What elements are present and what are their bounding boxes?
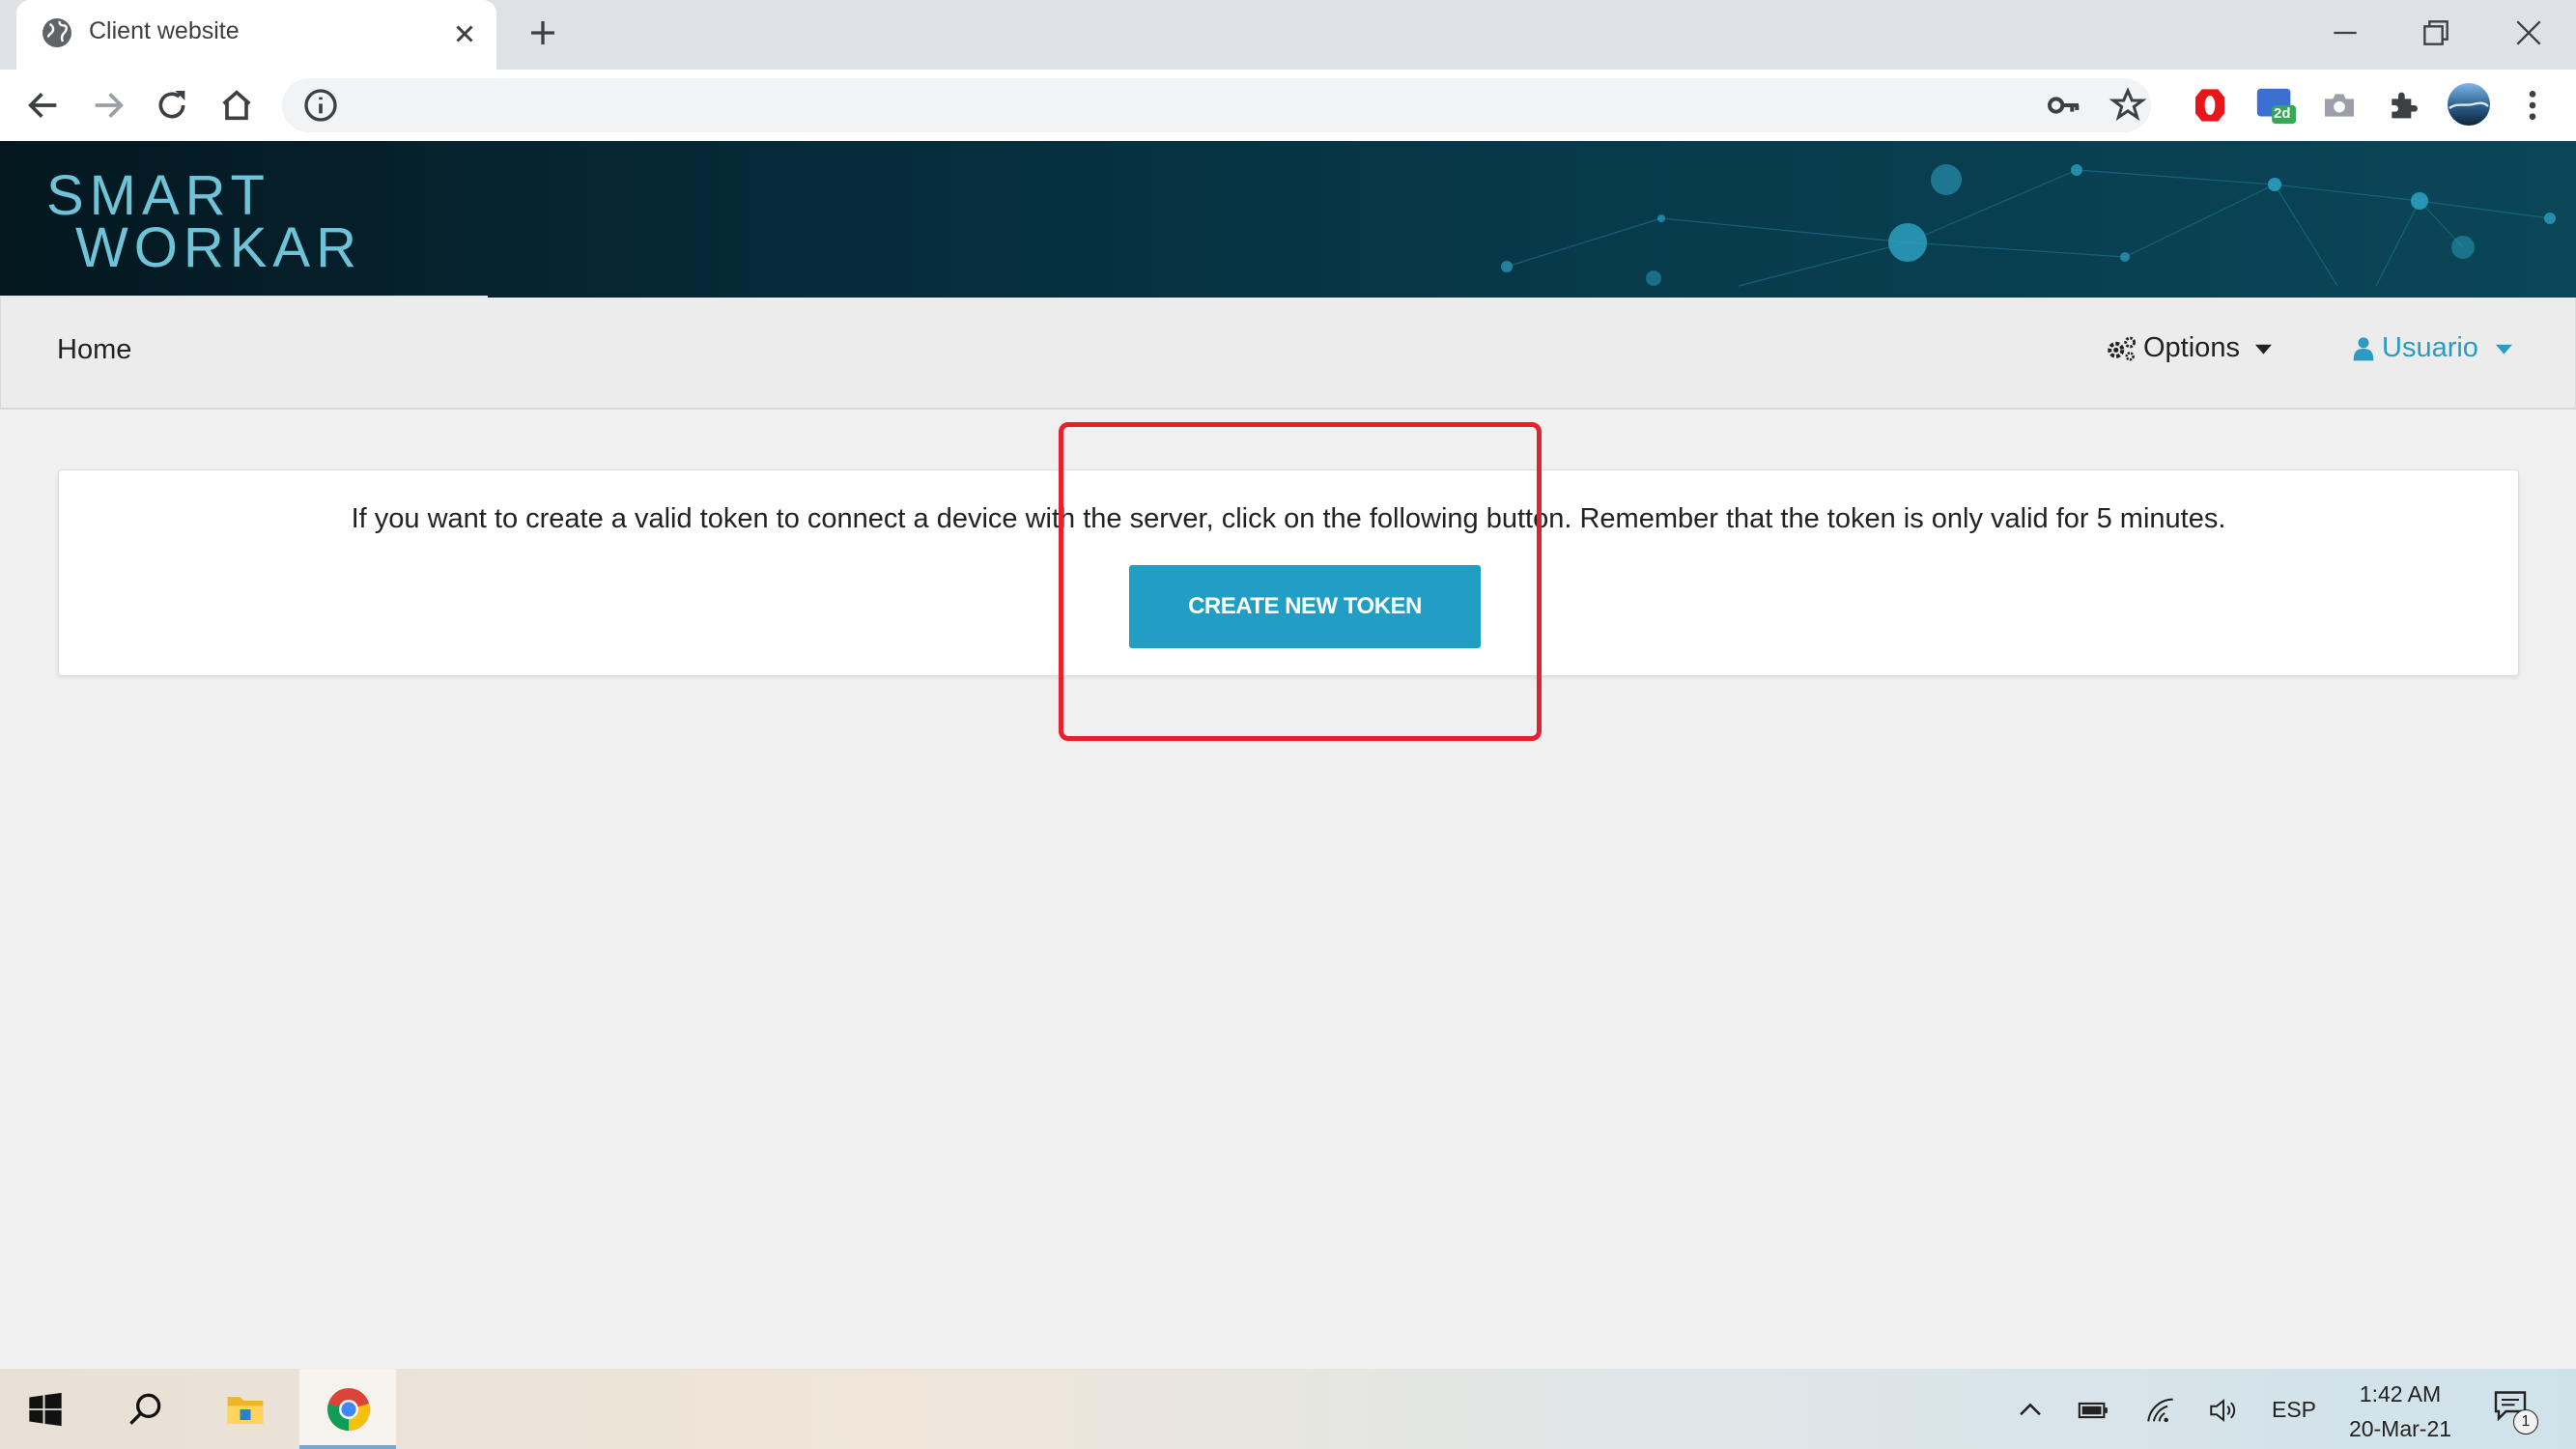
minimize-icon[interactable]: [2326, 14, 2364, 52]
clock-date: 20-Mar-21: [2348, 1416, 2452, 1441]
close-window-icon[interactable]: [2509, 14, 2548, 52]
battery-icon[interactable]: [2077, 1394, 2109, 1427]
close-tab-icon[interactable]: [450, 19, 479, 48]
user-label: Usuario: [2382, 332, 2478, 363]
chrome-icon: [327, 1388, 370, 1431]
profile-avatar[interactable]: [2446, 81, 2492, 128]
reload-icon[interactable]: [153, 86, 191, 125]
info-icon[interactable]: [301, 86, 340, 125]
address-bar[interactable]: [282, 78, 2151, 132]
file-explorer-icon[interactable]: [224, 1388, 267, 1431]
extensions-puzzle-icon[interactable]: [2384, 86, 2422, 125]
globe-icon: [42, 18, 71, 47]
extension-badge: 2d: [2274, 105, 2291, 122]
key-icon[interactable]: [2045, 86, 2083, 125]
clock-time: 1:42 AM: [2359, 1381, 2442, 1406]
browser-tab-strip: Client website: [0, 0, 2576, 70]
annotation-highlight-box: [1059, 422, 1542, 741]
network-background-graphic: [1501, 164, 2556, 287]
forward-arrow-icon[interactable]: [89, 86, 127, 125]
site-logo-bottom: WORKAR: [75, 216, 362, 279]
home-icon[interactable]: [217, 86, 256, 125]
back-arrow-icon[interactable]: [24, 86, 63, 125]
wifi-icon[interactable]: [2144, 1394, 2177, 1427]
options-dropdown[interactable]: Options: [2105, 332, 2279, 364]
opera-extension-icon[interactable]: [2191, 86, 2229, 125]
site-header-banner: SMART WORKAR: [0, 141, 2576, 298]
browser-tab[interactable]: Client website: [16, 0, 496, 70]
notification-count: 1: [2513, 1409, 2538, 1435]
caret-down-icon: [2254, 344, 2272, 355]
windows-start-icon[interactable]: [26, 1390, 65, 1429]
tab-title: Client website: [89, 17, 240, 44]
volume-icon[interactable]: [2207, 1394, 2240, 1427]
site-navbar: Home Options Usuario: [0, 298, 2576, 410]
language-indicator[interactable]: ESP: [2272, 1397, 2316, 1423]
new-tab-button[interactable]: [525, 15, 560, 50]
restore-icon[interactable]: [2417, 14, 2455, 52]
camera-icon[interactable]: [2320, 86, 2359, 125]
nav-home-link[interactable]: Home: [57, 334, 131, 366]
gears-icon: [2108, 336, 2137, 361]
browser-toolbar: 2d: [0, 70, 2576, 141]
menu-dots-icon[interactable]: [2513, 86, 2552, 125]
clock[interactable]: 1:42 AM 20-Mar-21: [2328, 1377, 2473, 1446]
search-icon[interactable]: [124, 1388, 166, 1431]
taskbar-chrome-active[interactable]: [299, 1369, 396, 1449]
star-icon[interactable]: [2109, 86, 2147, 125]
user-dropdown[interactable]: Usuario: [2353, 332, 2519, 364]
options-label: Options: [2143, 332, 2240, 363]
caret-down-icon: [2495, 344, 2512, 355]
windows-taskbar: ESP 1:42 AM 20-Mar-21 1: [0, 1369, 2576, 1449]
chevron-up-icon[interactable]: [2014, 1394, 2047, 1427]
notification-center[interactable]: 1: [2492, 1388, 2540, 1436]
calendar-extension-icon[interactable]: 2d: [2253, 83, 2298, 128]
user-icon: [2353, 336, 2374, 360]
